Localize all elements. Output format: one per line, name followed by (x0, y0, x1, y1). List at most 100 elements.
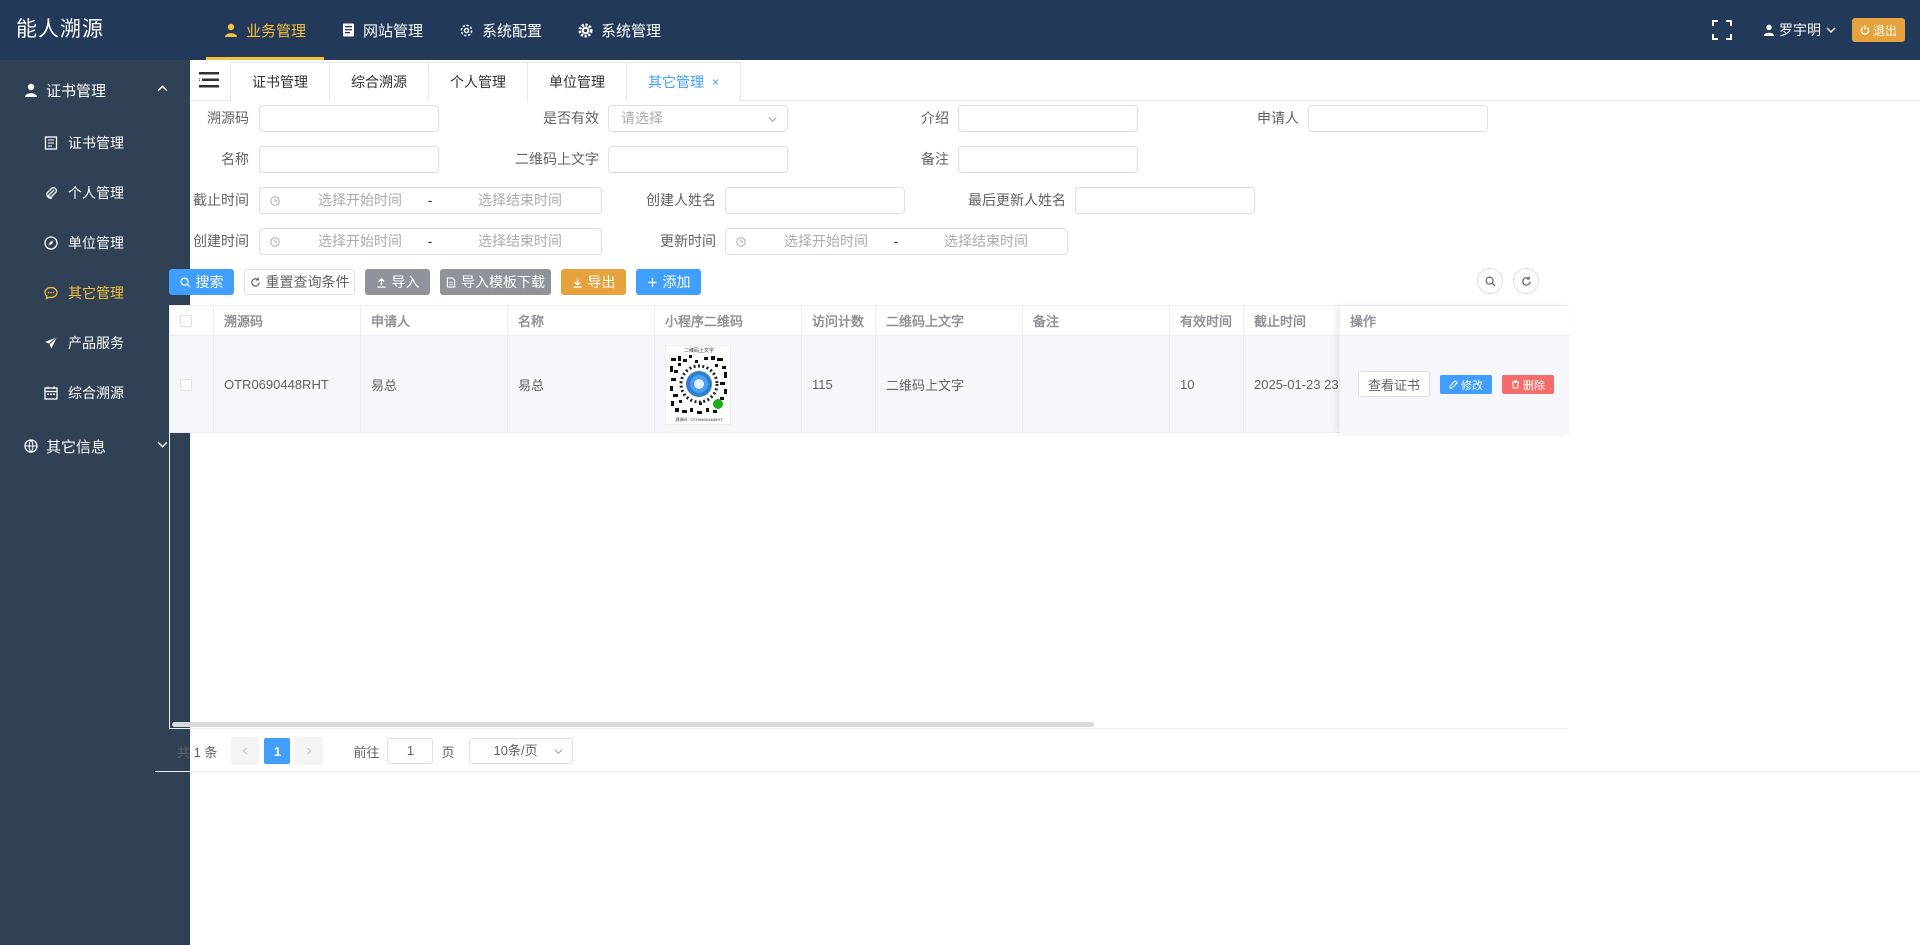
prev-page-button[interactable] (231, 737, 260, 765)
page-size-value: 10条/页 (493, 743, 538, 758)
col-applicant[interactable]: 申请人 (361, 306, 508, 336)
deadline-sep: - (427, 192, 433, 208)
updated-at-range[interactable]: 选择开始时间 - 选择结束时间 (725, 228, 1068, 255)
table-horizontal-scrollbar[interactable] (172, 722, 1094, 727)
created-at-range[interactable]: 选择开始时间 - 选择结束时间 (259, 228, 602, 255)
cell-name: 易总 (508, 336, 655, 433)
clock-icon (736, 237, 746, 247)
name-input[interactable] (259, 146, 439, 173)
qr-text-label: 二维码上文字 (515, 151, 599, 167)
hamburger-icon[interactable] (198, 69, 220, 91)
tab-other[interactable]: 其它管理 × (627, 62, 742, 101)
col-visits[interactable]: 访问计数 (802, 306, 876, 336)
col-remark[interactable]: 备注 (1023, 306, 1170, 336)
template-download-label: 导入模板下载 (461, 274, 545, 290)
edit-button[interactable]: 修改 (1440, 375, 1492, 394)
sidebar-group-label: 证书管理 (46, 82, 107, 100)
goto-page-input[interactable]: 1 (387, 738, 434, 764)
topnav-system[interactable]: 系统管理 (560, 0, 679, 60)
reset-label: 重置查询条件 (265, 274, 350, 290)
applicant-input[interactable] (1308, 105, 1488, 132)
creator-name-input[interactable] (725, 187, 905, 214)
intro-input[interactable] (958, 105, 1138, 132)
gear-outline-icon (460, 24, 473, 36)
creator-name-label: 创建人姓名 (646, 192, 716, 208)
select-all-cell (170, 306, 214, 336)
deadline-end[interactable]: 选择结束时间 (440, 188, 600, 213)
reset-button[interactable]: 重置查询条件 (244, 269, 355, 295)
tab-label: 个人管理 (450, 74, 506, 90)
col-valid-time[interactable]: 有效时间 (1170, 306, 1244, 336)
sidebar-item-trace[interactable]: 综合溯源 (0, 368, 190, 418)
next-page-button[interactable] (295, 737, 324, 765)
refresh-button[interactable] (1513, 268, 1539, 294)
trace-code-label: 溯源码 (207, 110, 249, 126)
topnav-config[interactable]: 系统配置 (441, 0, 560, 60)
topnav-business[interactable]: 业务管理 (206, 0, 325, 60)
clock-icon (270, 237, 280, 247)
created-at-start[interactable]: 选择开始时间 (280, 229, 440, 254)
updated-at-end[interactable]: 选择结束时间 (906, 229, 1066, 254)
updated-at-start[interactable]: 选择开始时间 (746, 229, 906, 254)
export-button[interactable]: 导出 (561, 269, 626, 295)
sidebar-item-other[interactable]: 其它管理 (0, 268, 190, 318)
close-icon[interactable]: × (712, 75, 719, 89)
import-button[interactable]: 导入 (365, 269, 430, 295)
qr-text-input[interactable] (608, 146, 788, 173)
is-valid-select[interactable]: 请选择 (608, 105, 788, 132)
page-size-select[interactable]: 10条/页 (468, 738, 573, 764)
tab-trace[interactable]: 综合溯源 (330, 62, 429, 101)
sidebar-group-other-info[interactable]: 其它信息 (0, 418, 190, 474)
select-all-checkbox[interactable] (180, 314, 192, 327)
actions-cell: 查看证书 修改 删除 (1340, 336, 1569, 433)
fullscreen-icon[interactable] (1711, 19, 1733, 41)
tab-label: 证书管理 (252, 74, 308, 90)
table-row[interactable]: OTR0690448RHT 易总 易总 二维码上文字 溯源码: OTR0690… (170, 336, 1394, 433)
trace-code-input[interactable] (259, 105, 439, 132)
cell-visits: 115 (802, 336, 876, 433)
delete-button[interactable]: 删除 (1502, 375, 1554, 394)
toggle-search-button[interactable] (1477, 268, 1503, 294)
updater-name-input[interactable] (1075, 187, 1255, 214)
search-button[interactable]: 搜索 (169, 269, 234, 295)
calendar-icon (44, 386, 58, 400)
cell-applicant: 易总 (361, 336, 508, 433)
view-certificate-button[interactable]: 查看证书 (1358, 371, 1430, 397)
topnav-website[interactable]: 网站管理 (324, 0, 441, 60)
col-qr-text[interactable]: 二维码上文字 (876, 306, 1023, 336)
sidebar-item-personal[interactable]: 个人管理 (0, 168, 190, 218)
sidebar-item-certificate[interactable]: 证书管理 (0, 118, 190, 168)
tab-personal[interactable]: 个人管理 (429, 62, 528, 101)
sidebar-item-unit[interactable]: 单位管理 (0, 218, 190, 268)
sidebar-group-certificate[interactable]: 证书管理 (0, 62, 190, 118)
created-at-end[interactable]: 选择结束时间 (440, 229, 600, 254)
cell-valid-time: 10 (1170, 336, 1244, 433)
col-name[interactable]: 名称 (508, 306, 655, 336)
sidebar-item-product[interactable]: 产品服务 (0, 318, 190, 368)
mini-program-qrcode[interactable]: 二维码上文字 溯源码 : OTR0690448RHT (665, 344, 731, 425)
logout-button[interactable]: 退出 (1851, 18, 1905, 42)
row-checkbox[interactable] (180, 378, 192, 391)
deadline-range[interactable]: 选择开始时间 - 选择结束时间 (259, 187, 602, 214)
tab-unit[interactable]: 单位管理 (528, 62, 627, 101)
remark-input[interactable] (958, 146, 1138, 173)
add-button[interactable]: 添加 (636, 269, 701, 295)
power-icon (1860, 25, 1870, 35)
document-icon (343, 23, 355, 37)
search-icon (1485, 276, 1496, 287)
col-trace-code[interactable]: 溯源码 (214, 306, 361, 336)
plus-icon (647, 277, 657, 287)
download-icon (572, 277, 582, 288)
user-menu[interactable]: 罗宇明 (1763, 20, 1840, 40)
deadline-start[interactable]: 选择开始时间 (280, 188, 440, 213)
sidebar-item-label: 其它管理 (68, 285, 124, 301)
page-number[interactable]: 1 (264, 738, 291, 764)
tab-certificate[interactable]: 证书管理 (230, 62, 330, 101)
content-bottom-border (155, 771, 1920, 772)
col-qrcode[interactable]: 小程序二维码 (655, 306, 802, 336)
globe-icon (24, 439, 38, 453)
is-valid-label: 是否有效 (543, 110, 599, 126)
trash-icon (1511, 380, 1520, 389)
refresh-icon (250, 276, 260, 287)
template-download-button[interactable]: 导入模板下载 (440, 269, 551, 295)
